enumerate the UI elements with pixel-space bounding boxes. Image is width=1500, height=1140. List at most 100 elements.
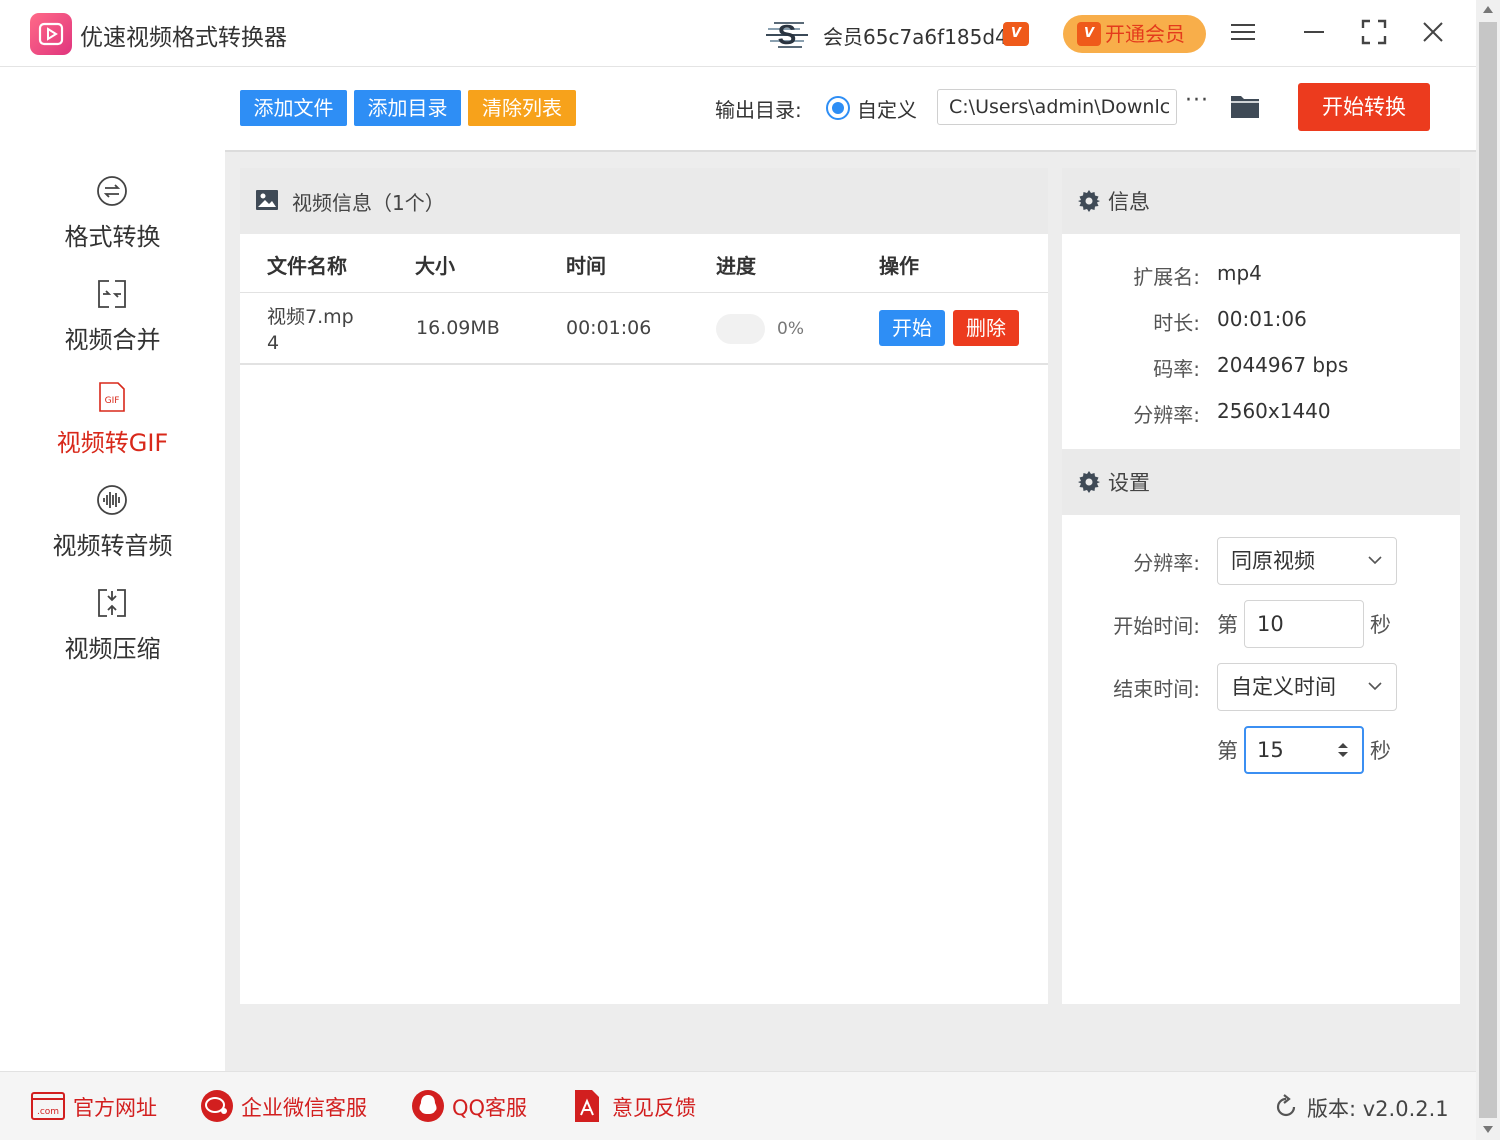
nav-format-convert[interactable]: 格式转换 xyxy=(0,175,225,265)
merge-icon xyxy=(98,280,126,308)
svg-text:S: S xyxy=(778,19,797,50)
nav-label: 视频合并 xyxy=(64,326,161,354)
start-time-input[interactable]: 10 xyxy=(1244,600,1364,648)
format-convert-icon xyxy=(97,176,127,206)
website-icon[interactable]: .com xyxy=(31,1089,65,1123)
custom-radio-label[interactable]: 自定义 xyxy=(857,94,917,123)
close-icon[interactable] xyxy=(1418,17,1448,47)
file-name-line1: 视频7.mp xyxy=(267,306,354,328)
file-size: 16.09MB xyxy=(416,317,500,339)
footer: .com 官方网址 企业微信客服 QQ客服 意见反馈 版本: v2.0.2.1 xyxy=(0,1071,1476,1140)
column-header-name: 文件名称 xyxy=(267,254,347,278)
end-time-value: 15 xyxy=(1257,738,1284,762)
ext-value: mp4 xyxy=(1217,261,1262,285)
minimize-icon[interactable] xyxy=(1299,17,1329,47)
browse-more-button[interactable]: ··· xyxy=(1185,88,1209,113)
column-header-progress: 进度 xyxy=(716,254,756,278)
version-text: 版本: v2.0.2.1 xyxy=(1307,1097,1449,1121)
resolution-select-value: 同原视频 xyxy=(1231,549,1315,573)
chevron-down-icon xyxy=(1368,556,1382,565)
column-header-time: 时间 xyxy=(566,254,606,278)
website-link[interactable]: 官方网址 xyxy=(73,1092,157,1122)
start-time-label: 开始时间: xyxy=(1113,614,1200,638)
toolbar: 添加文件 添加目录 清除列表 输出目录: 自定义 C:\Users\admin\… xyxy=(225,68,1476,152)
open-vip-label: 开通会员 xyxy=(1105,22,1185,46)
column-header-size: 大小 xyxy=(415,254,455,278)
progress-bar xyxy=(716,314,765,344)
qq-service-icon[interactable] xyxy=(411,1089,445,1123)
duration-label: 时长: xyxy=(1153,311,1200,335)
gear-icon xyxy=(1078,190,1100,212)
sidebar: 格式转换 视频合并 GIF 视频转GIF 视频转音频 视频压缩 xyxy=(0,68,225,1071)
member-logo-icon: S xyxy=(766,19,808,50)
row-start-button[interactable]: 开始 xyxy=(879,310,945,346)
vip-badge-icon: V xyxy=(1003,22,1029,46)
output-path-field[interactable]: C:\Users\admin\Downlc xyxy=(937,89,1177,125)
start-convert-button[interactable]: 开始转换 xyxy=(1298,83,1430,131)
nav-label: 视频转GIF xyxy=(56,429,169,457)
gear-icon xyxy=(1078,471,1100,493)
video-list-panel: 视频信息（1个） 文件名称 大小 时间 进度 操作 视频7.mp 4 16.09… xyxy=(240,168,1048,1004)
nav-label: 视频压缩 xyxy=(64,635,161,663)
svg-text:GIF: GIF xyxy=(105,396,120,406)
scroll-up-icon[interactable] xyxy=(1483,6,1493,13)
column-header-actions: 操作 xyxy=(879,254,919,278)
video-list-header: 视频信息（1个） xyxy=(240,168,1048,234)
nav-label: 格式转换 xyxy=(64,223,161,251)
add-directory-button[interactable]: 添加目录 xyxy=(354,90,461,126)
resolution-select[interactable]: 同原视频 xyxy=(1217,537,1397,585)
clear-list-button[interactable]: 清除列表 xyxy=(468,90,576,126)
end-time-unit: 秒 xyxy=(1370,739,1391,763)
file-name-line2: 4 xyxy=(267,332,280,354)
divider xyxy=(240,292,1048,293)
nav-video-to-audio[interactable]: 视频转音频 xyxy=(0,484,225,574)
custom-radio[interactable] xyxy=(826,96,850,120)
feedback-link[interactable]: 意见反馈 xyxy=(612,1092,696,1122)
info-header: 信息 xyxy=(1062,168,1460,234)
chevron-down-icon xyxy=(1368,682,1382,691)
progress-percent: 0% xyxy=(777,319,804,339)
app-logo-icon xyxy=(30,13,72,55)
nav-video-compress[interactable]: 视频压缩 xyxy=(0,587,225,677)
duration-value: 00:01:06 xyxy=(1217,307,1307,331)
nav-video-merge[interactable]: 视频合并 xyxy=(0,278,225,368)
ext-label: 扩展名: xyxy=(1133,265,1200,289)
wechat-service-icon[interactable] xyxy=(200,1089,234,1123)
end-time-label: 结束时间: xyxy=(1113,677,1200,701)
resolution-value: 2560x1440 xyxy=(1217,399,1331,423)
info-title: 信息 xyxy=(1108,190,1150,214)
gif-file-icon: GIF xyxy=(99,382,125,412)
resolution-label: 分辨率: xyxy=(1133,403,1200,427)
info-panel: 信息 扩展名: mp4 时长: 00:01:06 码率: 2044967 bps… xyxy=(1062,168,1460,1004)
menu-icon[interactable] xyxy=(1228,17,1258,47)
refresh-icon[interactable] xyxy=(1273,1094,1299,1120)
qq-service-link[interactable]: QQ客服 xyxy=(452,1092,527,1122)
output-resolution-label: 分辨率: xyxy=(1133,551,1200,575)
bitrate-value: 2044967 bps xyxy=(1217,353,1349,377)
scroll-thumb[interactable] xyxy=(1479,22,1497,1118)
divider xyxy=(240,363,1048,365)
add-file-button[interactable]: 添加文件 xyxy=(240,90,347,126)
bitrate-label: 码率: xyxy=(1153,357,1200,381)
title-bar: 优速视频格式转换器 S 会员65c7a6f185d4 V V 开通会员 xyxy=(0,0,1476,67)
file-duration: 00:01:06 xyxy=(566,317,652,339)
scrollbar[interactable] xyxy=(1476,0,1500,1140)
spinner-icon[interactable] xyxy=(1334,740,1352,760)
settings-header: 设置 xyxy=(1062,449,1460,515)
end-time-mode-value: 自定义时间 xyxy=(1231,675,1336,699)
maximize-icon[interactable] xyxy=(1359,17,1389,47)
wechat-service-link[interactable]: 企业微信客服 xyxy=(241,1092,367,1122)
row-delete-button[interactable]: 删除 xyxy=(953,310,1019,346)
folder-icon[interactable] xyxy=(1230,92,1260,120)
end-time-mode-select[interactable]: 自定义时间 xyxy=(1217,663,1397,711)
open-vip-button[interactable]: V 开通会员 xyxy=(1063,15,1206,53)
feedback-pdf-icon[interactable] xyxy=(573,1089,601,1123)
end-time-input[interactable]: 15 xyxy=(1244,726,1364,774)
nav-label: 视频转音频 xyxy=(52,532,173,560)
nav-video-to-gif[interactable]: GIF 视频转GIF xyxy=(0,381,225,471)
member-id: 会员65c7a6f185d4 xyxy=(823,25,1008,49)
start-time-unit: 秒 xyxy=(1370,613,1391,637)
app-title: 优速视频格式转换器 xyxy=(80,25,287,51)
video-list-title: 视频信息（1个） xyxy=(292,191,445,215)
scroll-down-icon[interactable] xyxy=(1483,1126,1493,1133)
